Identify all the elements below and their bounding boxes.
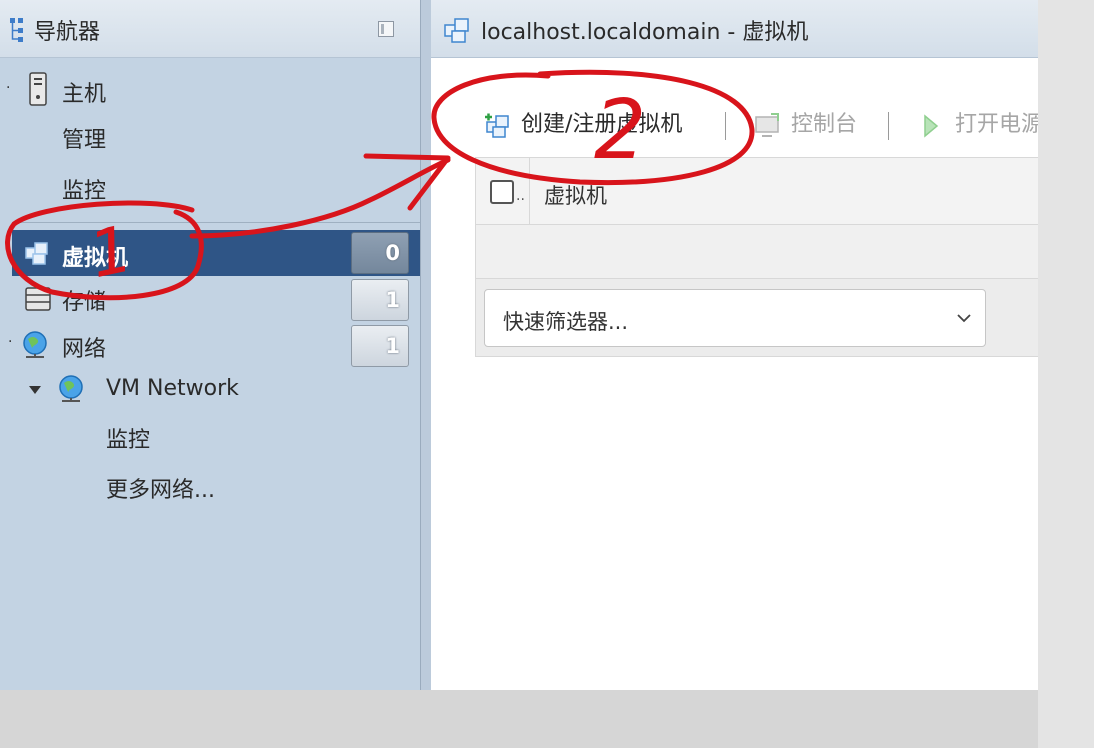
vm-grid: .. 虚拟机 快速筛选器...: [475, 157, 1038, 357]
nav-vm-network[interactable]: VM Network: [106, 376, 239, 401]
column-header-vm[interactable]: 虚拟机: [544, 180, 607, 210]
play-icon: [924, 114, 939, 138]
create-register-vm-button[interactable]: 创建/注册虚拟机: [483, 100, 723, 150]
desktop-band-right: [1038, 0, 1094, 748]
nav-divider: [12, 222, 420, 223]
vm-icon: [444, 18, 469, 43]
network-globe-icon: [23, 331, 47, 358]
nav-host-monitor[interactable]: 监控: [62, 173, 106, 205]
vm-icon: [25, 242, 48, 265]
grid-footer: 快速筛选器...: [475, 279, 1038, 357]
tree-bullet: ·: [8, 334, 13, 350]
nav-host-manage[interactable]: 管理: [62, 122, 106, 154]
create-register-vm-label: 创建/注册虚拟机: [521, 112, 683, 137]
power-on-button[interactable]: 打开电源: [919, 100, 1038, 150]
quick-filter-select[interactable]: 快速筛选器...: [484, 289, 986, 347]
nav-virtual-machines-label: 虚拟机: [62, 246, 129, 271]
toolbar-separator: [888, 112, 889, 140]
vm-network-globe-icon: [59, 375, 83, 402]
checkbox-column-ellipsis: ..: [516, 188, 525, 204]
grid-header: .. 虚拟机: [475, 157, 1038, 226]
grid-empty-row: [475, 225, 1038, 279]
column-divider: [529, 158, 530, 226]
vms-count-badge: 0: [351, 232, 409, 274]
host-icon: [29, 72, 47, 106]
tree-bullet: ·: [6, 80, 11, 96]
navigator-tree-icon: [10, 18, 23, 42]
nav-storage[interactable]: 存储: [62, 284, 106, 316]
navigator-panel: 导航器 · 主机 管理 监控 虚拟机 0 存储 1 · 网络 1 VM Netw…: [0, 0, 420, 690]
storage-icon: [25, 287, 51, 311]
console-monitor-icon: [755, 113, 779, 137]
create-vm-icon: [485, 113, 509, 138]
page-title: localhost.localdomain - 虚拟机: [481, 20, 809, 45]
select-all-checkbox[interactable]: [490, 180, 514, 204]
quick-filter-placeholder: 快速筛选器...: [503, 310, 629, 334]
nav-vm-network-monitor[interactable]: 监控: [106, 422, 150, 454]
navigator-title: 导航器: [34, 20, 101, 45]
power-on-label: 打开电源: [955, 112, 1038, 137]
panel-splitter[interactable]: [420, 0, 431, 690]
storage-count-badge: 1: [351, 279, 409, 321]
collapse-navigator-button[interactable]: [378, 21, 394, 37]
expand-caret-icon[interactable]: [28, 384, 42, 396]
navigator-header: 导航器: [0, 0, 420, 58]
nav-network[interactable]: 网络: [62, 331, 106, 363]
nav-more-networks[interactable]: 更多网络...: [106, 472, 215, 504]
nav-host[interactable]: 主机: [62, 76, 106, 108]
network-count-badge: 1: [351, 325, 409, 367]
toolbar: 创建/注册虚拟机 控制台 打开电源: [431, 100, 1038, 150]
main-header: localhost.localdomain - 虚拟机: [431, 0, 1038, 58]
main-panel: localhost.localdomain - 虚拟机 创建/注册虚拟机 控制台: [431, 0, 1038, 690]
console-button[interactable]: 控制台: [753, 100, 873, 150]
chevron-down-icon: [957, 314, 971, 323]
toolbar-separator: [725, 112, 726, 140]
desktop-band-bottom: [0, 690, 1094, 748]
console-label: 控制台: [791, 112, 858, 137]
